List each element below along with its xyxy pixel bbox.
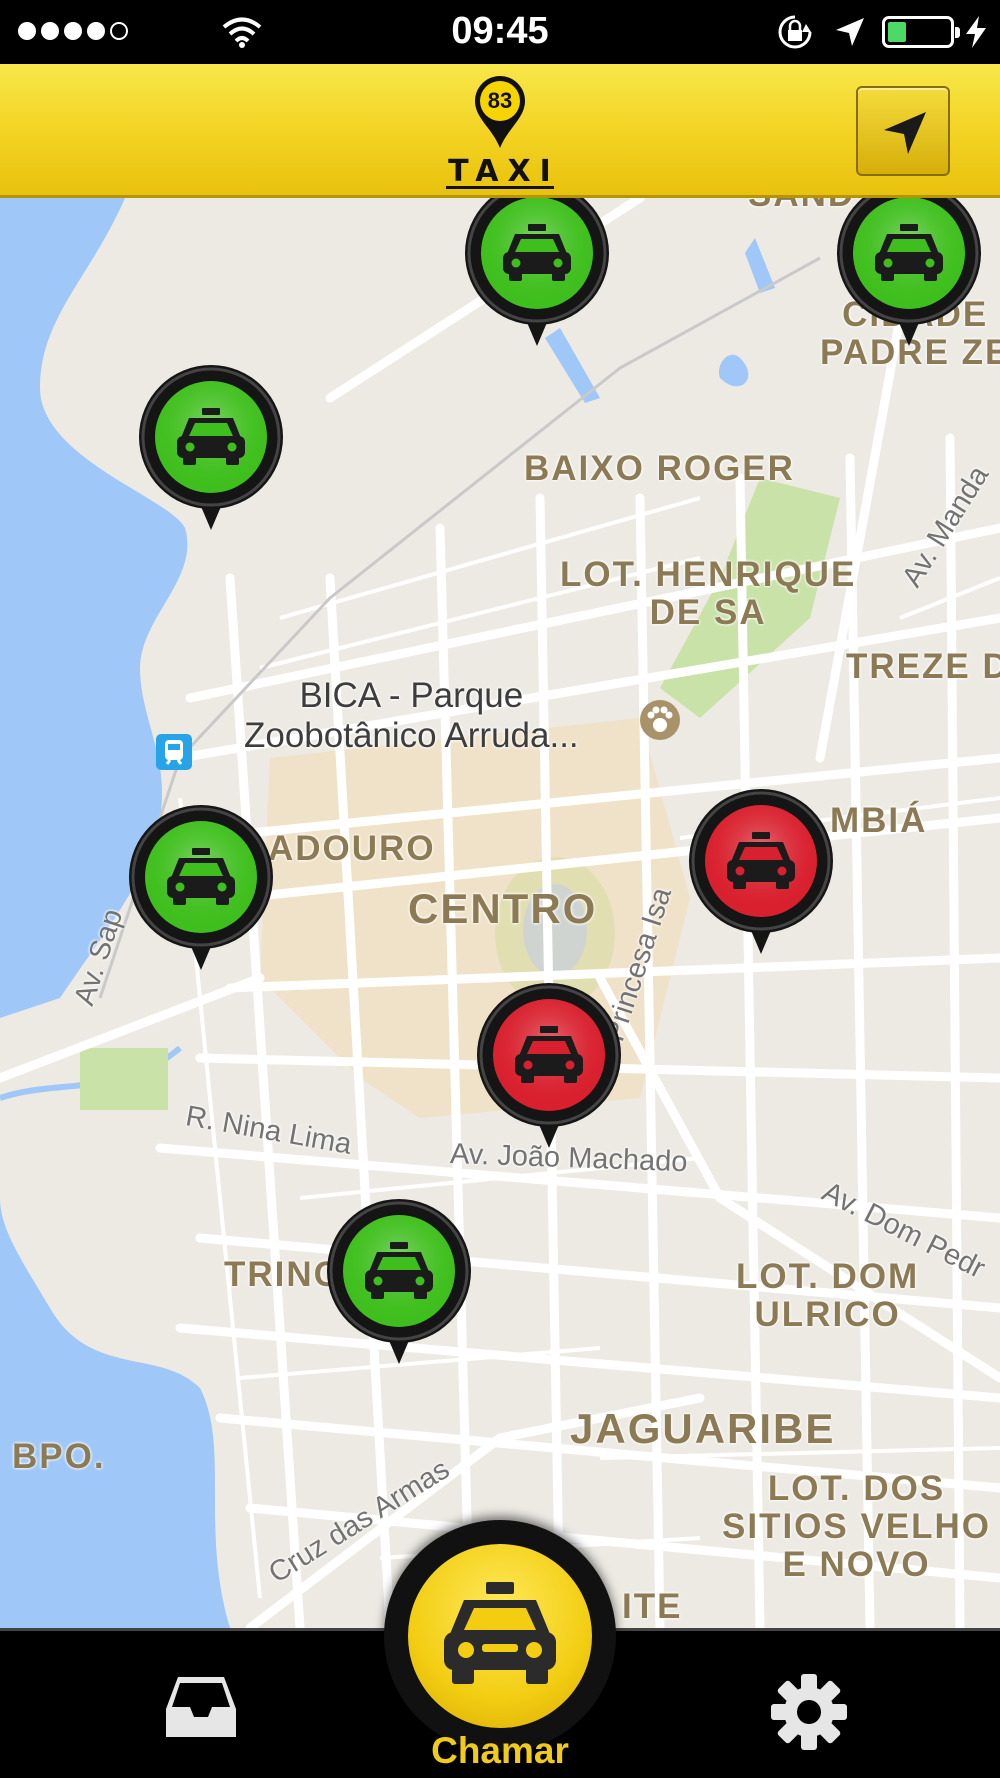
location-services-icon: [836, 18, 864, 46]
taxi-marker[interactable]: [324, 1196, 474, 1366]
poi-label-bica: BICA - Parque Zoobotânico Arruda...: [244, 676, 579, 755]
area-label-lot-dos: LOT. DOS SITIOS VELHO E NOVO: [722, 1469, 992, 1584]
area-label-ite: ITE: [622, 1587, 683, 1626]
taxi-marker[interactable]: [686, 786, 836, 956]
taxi-marker-icon: [129, 805, 273, 970]
taxi-marker[interactable]: [136, 362, 286, 532]
gear-icon: [771, 1674, 847, 1750]
taxi-car-icon: [444, 1582, 556, 1684]
train-station-icon[interactable]: [156, 734, 192, 770]
navigation-arrow-icon: [884, 112, 926, 154]
taxi-marker[interactable]: [126, 802, 276, 972]
map-view[interactable]: SAND CIDADE PADRE ZE BAIXO ROGER LOT. HE…: [0, 198, 1000, 1628]
area-label-adouro: ADOURO: [268, 829, 436, 868]
charging-icon: [966, 16, 986, 48]
taxi-marker-icon: [465, 198, 609, 346]
taxi-marker[interactable]: [834, 198, 984, 348]
taxi-marker[interactable]: [462, 198, 612, 348]
area-label-lot-henrique: LOT. HENRIQUE DE SA: [560, 555, 857, 632]
area-label-bpo: BPO.: [12, 1437, 106, 1476]
taxi-marker-icon: [139, 365, 283, 530]
area-label-lot-dom: LOT. DOM ULRICO: [736, 1257, 920, 1334]
inbox-tray-icon: [166, 1677, 236, 1737]
settings-button[interactable]: [770, 1673, 848, 1751]
app-header: 83 TAXI: [0, 64, 1000, 198]
battery-icon: [882, 16, 960, 48]
rotation-lock-icon: [778, 15, 812, 49]
taxi-marker-icon: [689, 789, 833, 954]
logo-number: 83: [487, 88, 513, 113]
area-label-mbia: MBIÁ: [830, 801, 928, 840]
taxi-marker[interactable]: [474, 980, 624, 1150]
area-label-jaguaribe: JAGUARIBE: [570, 1405, 836, 1452]
taxi-marker-icon: [327, 1199, 471, 1364]
area-label-baixo-roger: BAIXO ROGER: [524, 449, 795, 488]
area-label-centro: CENTRO: [408, 885, 598, 932]
inbox-button[interactable]: [164, 1675, 238, 1739]
call-button-label[interactable]: Chamar: [380, 1730, 620, 1772]
paw-icon[interactable]: [640, 700, 680, 740]
call-taxi-button[interactable]: [408, 1544, 592, 1728]
taxi-83-logo: 83 TAXI: [440, 70, 560, 192]
locate-me-button[interactable]: [856, 86, 950, 176]
taxi-marker-icon: [477, 983, 621, 1148]
taxi-marker-icon: [837, 198, 981, 346]
area-label-treze: TREZE D: [846, 647, 1000, 686]
logo-text: TAXI: [448, 154, 560, 189]
status-bar: 09:45: [0, 0, 1000, 64]
